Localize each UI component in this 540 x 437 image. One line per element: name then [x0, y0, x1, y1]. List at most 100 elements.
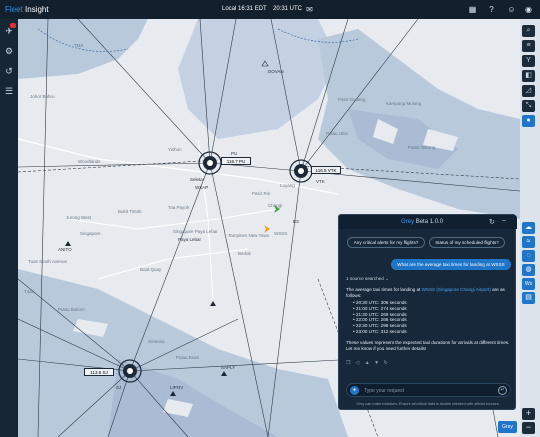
vor-label: Seletar: [190, 177, 205, 182]
chat-icon[interactable]: ●: [522, 115, 535, 127]
user-message: What are the average taxi times for land…: [391, 259, 511, 270]
route-icon[interactable]: Y: [522, 55, 535, 67]
map-label: Tuas: [24, 289, 34, 294]
microphone-icon[interactable]: ●: [350, 386, 359, 395]
vor-label: WSAP: [195, 185, 209, 190]
map-label: Singapore: [80, 231, 101, 236]
suggestion-alerts-button[interactable]: Any critical alerts for my flights?: [347, 237, 425, 248]
retry-icon[interactable]: ↻: [384, 361, 390, 366]
brand-secondary: Insight: [25, 5, 49, 14]
map-label: Tuas South Avenue: [28, 259, 68, 264]
vor-label: VTK: [316, 179, 325, 184]
settings-icon[interactable]: ⚙: [3, 45, 15, 57]
response-summary: These values represent the expected taxi…: [346, 340, 510, 351]
cursor-icon[interactable]: ⤡: [522, 100, 535, 112]
map-label: TMA: [74, 43, 84, 48]
history-icon[interactable]: ↺: [3, 65, 15, 77]
cloud-icon[interactable]: ☁: [522, 222, 535, 234]
chat-input-container: ● ↵: [346, 383, 511, 397]
chat-input[interactable]: [364, 386, 489, 395]
list-item: • 23:00 UTC: 312 seconds: [353, 328, 407, 334]
assistant-version: Beta 1.0.0: [415, 219, 444, 225]
speaker-icon[interactable]: ◁: [355, 361, 361, 366]
list-icon[interactable]: ☰: [3, 85, 15, 97]
disclaimer: Grey can make mistakes. Ensure all criti…: [356, 402, 500, 406]
vor-label: SAPLY: [221, 365, 236, 370]
taxi-time: 22:30 UTC: 298 seconds: [355, 323, 407, 329]
grey-assistant-panel: Grey Beta 1.0.0 ↻ – Any critical alerts …: [338, 214, 517, 410]
taxi-time: 23:00 UTC: 312 seconds: [355, 328, 407, 334]
vor-rose-vtk: [289, 159, 313, 183]
message-actions: ❐ ◁ ▲ ▼ ↻: [346, 360, 392, 366]
alert-badge: [10, 23, 16, 28]
vor-label: SJ: [116, 385, 122, 390]
vor-label: BS: [293, 219, 300, 224]
map-label: Jurong West: [66, 215, 92, 220]
vor-label: LIPOV: [170, 385, 184, 390]
frequency-box-vtk: 116.5 VTK: [311, 166, 341, 174]
map-label: Pulau Bukom: [58, 307, 85, 312]
search-icon[interactable]: ⌕: [522, 25, 535, 37]
map-label: Changi: [268, 203, 283, 208]
thumbs-up-icon[interactable]: ▲: [365, 361, 371, 366]
airport-link[interactable]: WSSS (Singapore Changi Airport): [422, 287, 491, 292]
utc-time: 20:31 UTC: [273, 6, 303, 12]
filter-icon[interactable]: ≡: [522, 40, 535, 52]
vor-label: ANITO: [58, 247, 72, 252]
radar-icon[interactable]: ◌: [522, 250, 535, 262]
frequency-box-sj: 113.5 SJ: [84, 368, 114, 376]
zoom-in-button[interactable]: +: [522, 408, 535, 420]
map-label: Toa Payoh: [168, 205, 190, 210]
globe-icon[interactable]: ◍: [522, 264, 535, 276]
map-label: WSSS: [274, 231, 288, 236]
map-label: Bukit Timah: [118, 209, 142, 214]
chevron-down-icon: ⌄: [385, 276, 389, 281]
help-icon[interactable]: ?: [486, 4, 497, 15]
taxi-time: 21:30 UTC: 269 seconds: [355, 311, 407, 317]
map-label: Pasir Ris: [252, 191, 271, 196]
minimize-icon[interactable]: –: [502, 217, 506, 224]
map-label: Pulau Ubin: [326, 131, 349, 136]
send-icon[interactable]: ↵: [498, 386, 507, 395]
map-label: Pulau Tekong: [408, 145, 436, 150]
map-label: Pasir Gudang: [338, 97, 366, 102]
map-label: Woodlands: [78, 159, 101, 164]
map-label: Sentosa: [148, 339, 165, 344]
refresh-icon[interactable]: ↻: [489, 218, 495, 226]
layers-icon[interactable]: ◧: [522, 70, 535, 82]
copy-icon[interactable]: ❐: [346, 361, 352, 366]
intro-text: The average taxi times for landing at: [346, 287, 422, 292]
sources-toggle[interactable]: 1 source searched ⌄: [346, 276, 389, 282]
zoom-out-button[interactable]: −: [522, 422, 535, 434]
map-label: Singapore Paya Lebar: [173, 229, 218, 234]
top-bar: Fleet Insight Local 16:31 EDT 20:31 UTC …: [0, 0, 540, 19]
frequency-box-pu: 116.7 PU: [221, 157, 251, 165]
temp-icon[interactable]: Wx: [522, 278, 535, 290]
grid-icon[interactable]: ▦: [467, 4, 478, 15]
wind-icon[interactable]: ≈: [522, 236, 535, 248]
user-icon[interactable]: ☺: [506, 4, 517, 15]
globe-icon[interactable]: ◉: [523, 4, 534, 15]
sources-label: 1 source searched: [346, 276, 384, 281]
map-label: Johor Bahru: [30, 94, 55, 99]
vor-label: Paya Lebar: [178, 237, 202, 242]
vor-label: PU: [231, 151, 238, 156]
airmet-icon[interactable]: ▤: [522, 292, 535, 304]
map-label: Bedok: [238, 251, 251, 256]
map-label: Yishun: [168, 147, 182, 152]
map-label: Tampines New Town: [228, 233, 270, 238]
thumbs-down-icon[interactable]: ▼: [374, 361, 380, 366]
suggestion-flights-button[interactable]: Status of my scheduled flights?: [429, 237, 505, 248]
chart-icon[interactable]: ◿: [522, 85, 535, 97]
app-logo[interactable]: Fleet Insight: [5, 5, 49, 14]
taxi-times-list: • 20:30 UTC: 306 seconds • 21:00 UTC: 27…: [353, 300, 407, 335]
mail-icon[interactable]: ✉: [304, 4, 315, 15]
vor-label: DOVAN: [268, 69, 284, 74]
grey-launch-button[interactable]: Grey: [498, 421, 517, 433]
taxi-time: 22:00 UTC: 266 seconds: [355, 317, 407, 323]
response-intro: The average taxi times for landing at WS…: [346, 287, 514, 299]
map-label: Kampung Mulong: [386, 101, 422, 106]
taxi-time: 21:00 UTC: 274 seconds: [355, 305, 407, 311]
chat-header: Grey Beta 1.0.0 ↻ –: [339, 215, 517, 229]
local-time: Local 16:31 EDT: [222, 6, 267, 12]
